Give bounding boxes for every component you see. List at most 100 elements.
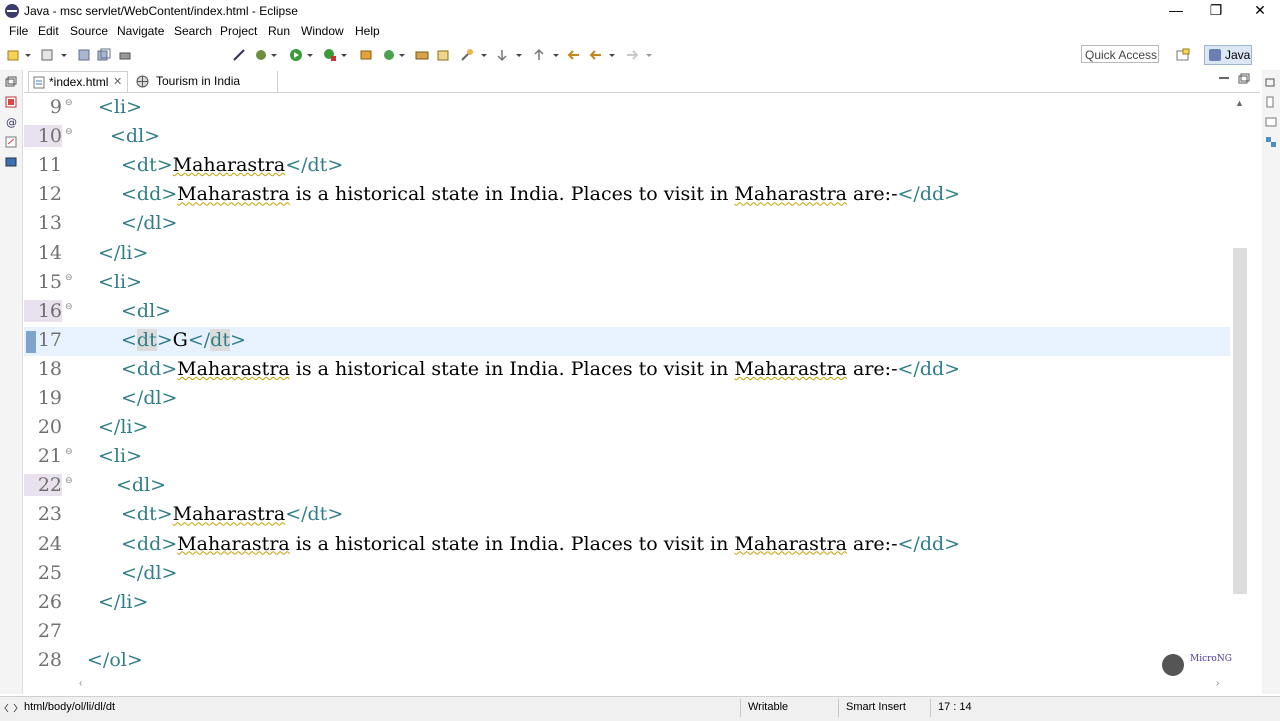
debug-icon[interactable]	[254, 48, 268, 62]
forward-dropdown-icon[interactable]	[645, 48, 653, 62]
open-task-icon[interactable]	[436, 48, 450, 62]
package-explorer-icon[interactable]	[5, 96, 17, 108]
back-dropdown-icon[interactable]	[608, 48, 616, 62]
menu-run[interactable]: Run	[268, 24, 290, 38]
last-edit-icon[interactable]	[567, 48, 581, 62]
code-line[interactable]: 13 </dl>	[24, 210, 1230, 239]
skip-breakpoints-icon[interactable]	[232, 48, 246, 62]
code-line[interactable]: 28 </ol>	[24, 647, 1230, 676]
forward-icon[interactable]	[625, 48, 639, 62]
code-line[interactable]: 18 <dd>Maharastra is a historical state i…	[24, 356, 1230, 385]
scroll-right-icon[interactable]: ›	[1216, 678, 1219, 689]
close-button[interactable]: ✕	[1240, 0, 1280, 22]
prev-annotation-icon[interactable]	[532, 48, 546, 62]
code-line[interactable]: 15 ⊖ <li>	[24, 269, 1230, 298]
maximize-button[interactable]: ❐	[1196, 0, 1236, 22]
declaration-icon[interactable]	[5, 136, 17, 148]
run-icon[interactable]	[289, 48, 303, 62]
run-dropdown-icon[interactable]	[306, 48, 314, 62]
line-number: 16	[24, 299, 62, 322]
fold-toggle-icon[interactable]: ⊖	[65, 273, 73, 283]
new-file-dropdown-icon[interactable]	[60, 48, 68, 62]
new-dropdown-icon[interactable]	[24, 48, 32, 62]
code-line[interactable]: 17 <dt>G</dt>	[24, 326, 1230, 356]
code-line[interactable]: 21 ⊖ <li>	[24, 443, 1230, 472]
scroll-up-icon[interactable]: ▲	[1235, 98, 1244, 108]
code-line[interactable]: 22 ⊖ <dl>	[24, 472, 1230, 501]
scroll-left-icon[interactable]: ‹	[79, 678, 82, 689]
menu-help[interactable]: Help	[355, 24, 380, 38]
hierarchy-icon[interactable]	[1265, 136, 1277, 148]
new-file-icon[interactable]	[40, 48, 54, 62]
tab-index-html[interactable]: *index.html ✕	[28, 71, 128, 92]
tab-tourism-in-india[interactable]: Tourism in India	[130, 71, 278, 92]
menu-search[interactable]: Search	[174, 24, 212, 38]
print-icon[interactable]	[118, 48, 132, 62]
code-line[interactable]: 11 <dt>Maharastra</dt>	[24, 152, 1230, 181]
annotation-icon[interactable]	[495, 48, 509, 62]
menu-window[interactable]: Window	[301, 24, 344, 38]
task-list-icon[interactable]	[1265, 116, 1277, 128]
code-line[interactable]: 27	[24, 618, 1230, 647]
menu-source[interactable]: Source	[70, 24, 108, 38]
menu-navigate[interactable]: Navigate	[117, 24, 164, 38]
external-tools-icon[interactable]	[323, 48, 337, 62]
new-java-package-icon[interactable]	[359, 48, 373, 62]
code-line[interactable]: 26 </li>	[24, 589, 1230, 618]
code-line[interactable]: 19 </dl>	[24, 385, 1230, 414]
menu-edit[interactable]: Edit	[38, 24, 59, 38]
code-line[interactable]: 10 ⊖ <dl>	[24, 123, 1230, 152]
window-title: Java - msc servlet/WebContent/index.html…	[24, 4, 298, 18]
code-line[interactable]: 16 ⊖ <dl>	[24, 298, 1230, 327]
fold-toggle-icon[interactable]: ⊖	[65, 127, 73, 137]
code-line[interactable]: 23 <dt>Maharastra</dt>	[24, 501, 1230, 530]
fold-toggle-icon[interactable]: ⊖	[65, 302, 73, 312]
quick-access-input[interactable]: Quick Access	[1081, 45, 1159, 63]
search-icon[interactable]	[460, 48, 474, 62]
save-all-icon[interactable]	[97, 48, 111, 62]
java-perspective-button[interactable]: Java	[1204, 45, 1252, 65]
tab-close-button[interactable]: ✕	[113, 72, 122, 92]
back-icon[interactable]	[589, 48, 603, 62]
vertical-scrollbar[interactable]: ▲	[1230, 94, 1254, 677]
fold-toggle-icon[interactable]: ⊖	[65, 476, 73, 486]
open-type-icon[interactable]	[415, 48, 429, 62]
code-line[interactable]: 9 ⊖ <li>	[24, 94, 1230, 123]
code-editor[interactable]: 9 ⊖ <li> 10 ⊖ <dl> 11 <dt>Maharastra</dt> 12 <dd>…	[24, 94, 1260, 677]
text-token: Maharastra	[172, 503, 286, 526]
search-dropdown-icon[interactable]	[480, 48, 488, 62]
breadcrumb[interactable]: html/body/ol/li/dl/dt	[24, 701, 115, 713]
code-line[interactable]: 25 </dl>	[24, 560, 1230, 589]
minimize-editor-icon[interactable]	[1218, 73, 1230, 83]
javadoc-icon[interactable]: @	[5, 116, 17, 128]
minimize-button[interactable]: —	[1156, 0, 1196, 22]
open-perspective-icon[interactable]	[1176, 48, 1190, 62]
fold-toggle-icon[interactable]: ⊖	[65, 447, 73, 457]
code-line[interactable]: 12 <dd>Maharastra is a historical state i…	[24, 181, 1230, 210]
prev-annotation-dropdown-icon[interactable]	[552, 48, 560, 62]
menu-file[interactable]: File	[9, 24, 28, 38]
text-token: Maharastra	[177, 532, 290, 555]
debug-dropdown-icon[interactable]	[270, 48, 278, 62]
vertical-scroll-thumb[interactable]	[1233, 248, 1247, 594]
restore-right-icon[interactable]	[1265, 76, 1277, 88]
outline-icon[interactable]	[1265, 96, 1277, 108]
code-line[interactable]: 14 </li>	[24, 240, 1230, 269]
code-text: <li>	[98, 271, 142, 293]
annotation-dropdown-icon[interactable]	[515, 48, 523, 62]
save-icon[interactable]	[77, 48, 91, 62]
maximize-editor-icon[interactable]	[1238, 73, 1250, 85]
new-java-class-icon[interactable]	[382, 48, 396, 62]
line-number: 21	[37, 445, 62, 468]
external-tools-dropdown-icon[interactable]	[340, 48, 348, 62]
restore-icon[interactable]	[5, 76, 17, 88]
menu-project[interactable]: Project	[220, 24, 257, 38]
horizontal-scrollbar[interactable]: ‹ ›	[24, 677, 1230, 693]
tab-label: *index.html	[49, 75, 109, 89]
new-class-dropdown-icon[interactable]	[398, 48, 406, 62]
fold-toggle-icon[interactable]: ⊖	[65, 98, 73, 108]
code-line[interactable]: 24 <dd>Maharastra is a historical state i…	[24, 531, 1230, 560]
console-icon[interactable]	[5, 156, 17, 168]
new-icon[interactable]	[6, 48, 20, 62]
code-line[interactable]: 20 </li>	[24, 414, 1230, 443]
